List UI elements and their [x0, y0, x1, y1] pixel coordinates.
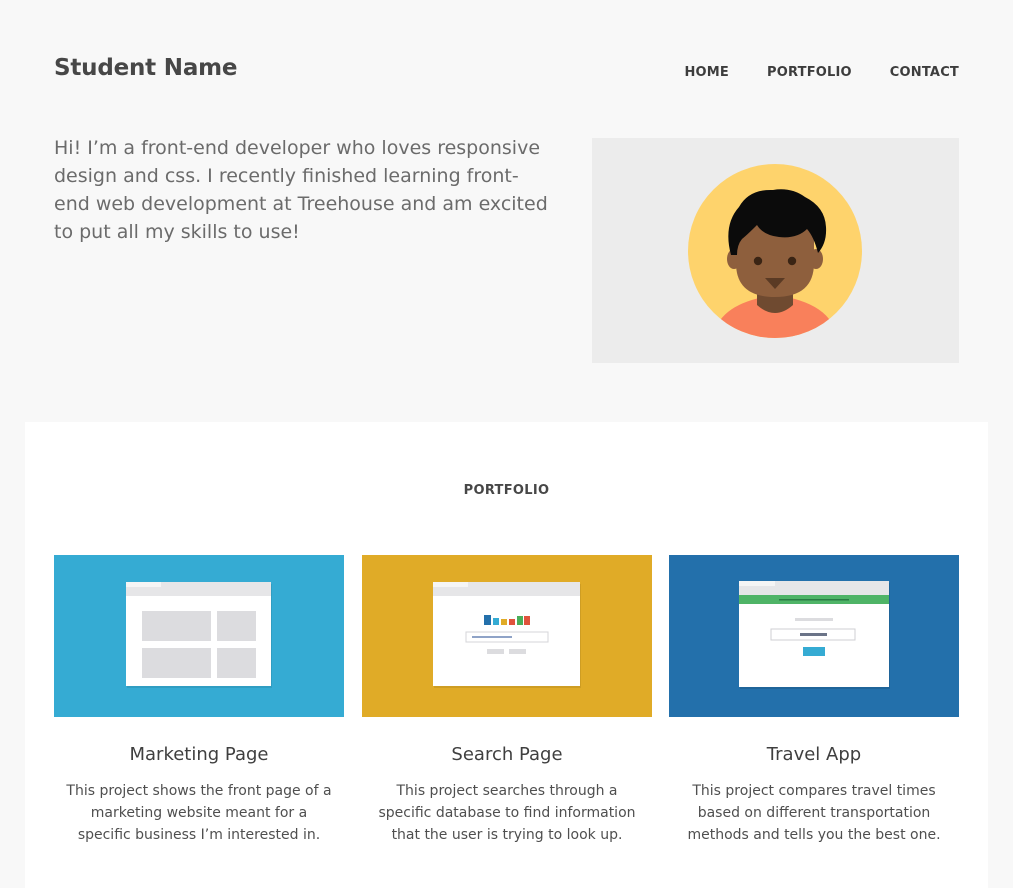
project-thumbnail-travel[interactable]: [669, 555, 959, 717]
site-header: Student Name HOME PORTFOLIO CONTACT: [54, 52, 959, 92]
project-title[interactable]: Travel App: [669, 744, 959, 765]
project-card-travel[interactable]: Travel App This project compares travel …: [669, 555, 959, 846]
project-description: This project compares travel times based…: [687, 783, 941, 843]
project-thumbnail-search[interactable]: [362, 555, 652, 717]
project-thumbnail-marketing[interactable]: [54, 555, 344, 717]
intro-text: Hi! I’m a front-end developer who loves …: [54, 137, 548, 243]
site-title[interactable]: Student Name: [54, 55, 238, 81]
nav-home-link[interactable]: HOME: [684, 65, 729, 80]
portfolio-section: PORTFOLIO Marketing Page This project sh…: [25, 422, 988, 888]
main-nav: HOME PORTFOLIO CONTACT: [684, 65, 959, 80]
project-card-marketing[interactable]: Marketing Page This project shows the fr…: [54, 555, 344, 846]
avatar-panel: [592, 138, 959, 363]
project-title[interactable]: Search Page: [362, 744, 652, 765]
avatar-illustration: [688, 164, 862, 338]
project-card-search[interactable]: Search Page This project searches throug…: [362, 555, 652, 846]
project-description: This project shows the front page of a m…: [66, 783, 332, 843]
nav-contact-link[interactable]: CONTACT: [890, 65, 959, 80]
project-description: This project searches through a specific…: [378, 783, 636, 843]
nav-portfolio-link[interactable]: PORTFOLIO: [767, 65, 852, 80]
portfolio-heading: PORTFOLIO: [463, 483, 550, 498]
project-title[interactable]: Marketing Page: [54, 744, 344, 765]
